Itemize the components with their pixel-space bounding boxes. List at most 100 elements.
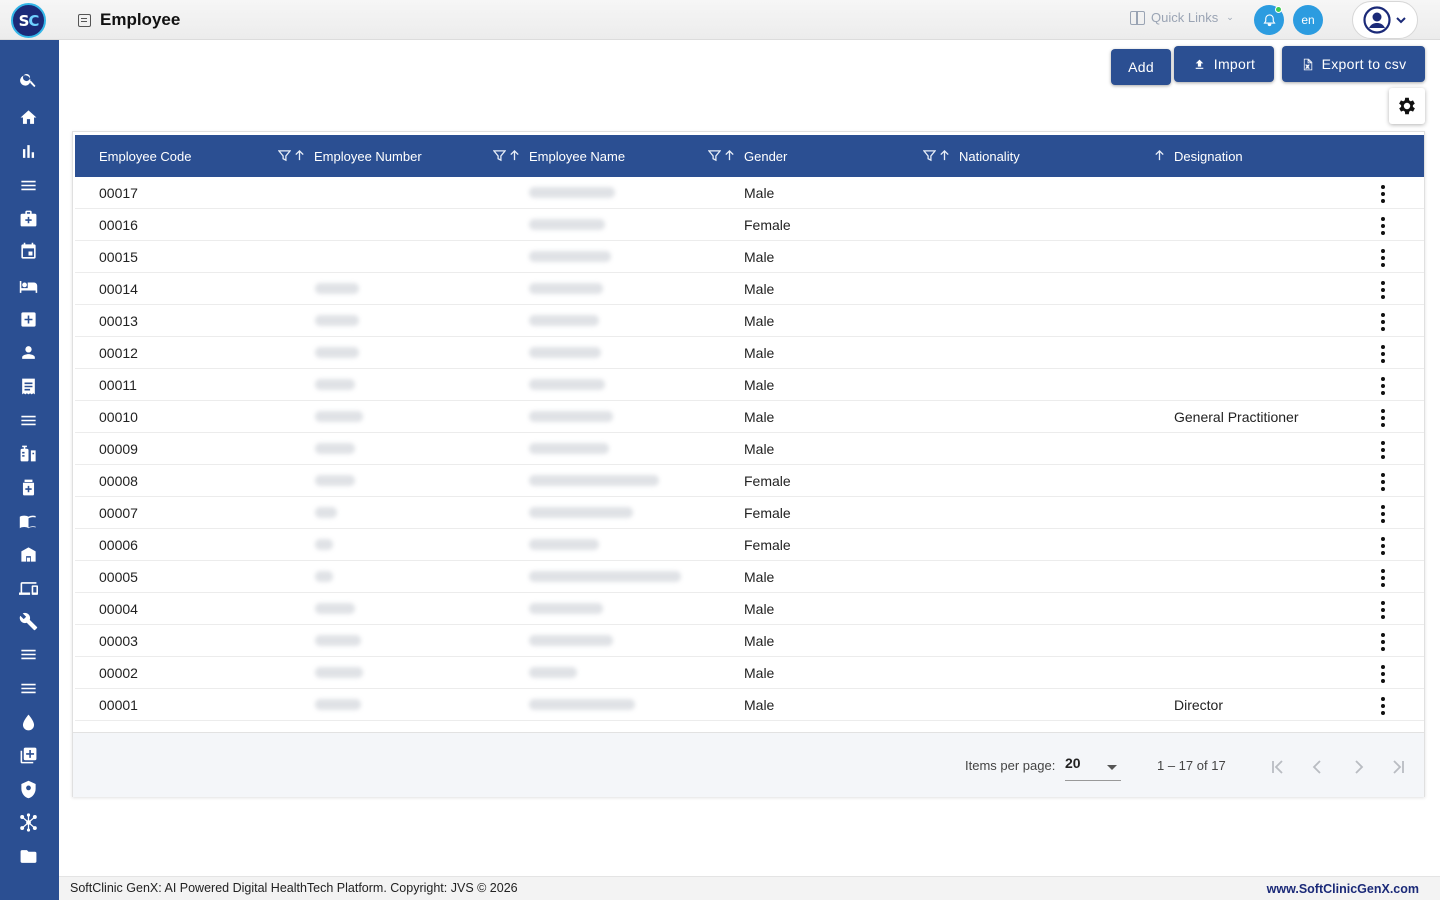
table-row[interactable]: 00005 Male	[75, 561, 1424, 593]
avatar-icon	[1363, 6, 1391, 34]
notifications-button[interactable]	[1254, 5, 1284, 35]
menu-icon[interactable]	[17, 677, 39, 699]
row-actions-kebab-icon[interactable]	[1375, 409, 1391, 427]
wrench-icon[interactable]	[17, 610, 39, 632]
kebab-dot	[1381, 224, 1385, 228]
book-icon[interactable]	[17, 510, 39, 532]
cell-employee-name	[529, 529, 599, 560]
folder-icon[interactable]	[17, 845, 39, 867]
row-actions-kebab-icon[interactable]	[1375, 633, 1391, 651]
chevron-right-icon	[1355, 760, 1364, 774]
table-row[interactable]: 00013 Male	[75, 305, 1424, 337]
cell-gender: Male	[744, 632, 775, 649]
add-medical-icon[interactable]	[17, 308, 39, 330]
row-actions-kebab-icon[interactable]	[1375, 377, 1391, 395]
bed-icon[interactable]	[17, 275, 39, 297]
row-actions-kebab-icon[interactable]	[1375, 505, 1391, 523]
column-header-employee-code[interactable]: Employee Code	[99, 135, 192, 177]
analytics-icon[interactable]	[17, 140, 39, 162]
previous-page-button[interactable]	[1304, 753, 1332, 781]
next-page-button[interactable]	[1344, 753, 1372, 781]
menu-icon[interactable]	[17, 643, 39, 665]
table-row[interactable]: 00016 Female	[75, 209, 1424, 241]
row-actions-kebab-icon[interactable]	[1375, 249, 1391, 267]
quick-links-menu[interactable]: Quick Links ⌄	[1130, 10, 1234, 25]
devices-icon[interactable]	[17, 577, 39, 599]
row-actions-kebab-icon[interactable]	[1375, 217, 1391, 235]
row-actions-kebab-icon[interactable]	[1375, 441, 1391, 459]
last-page-button[interactable]	[1384, 753, 1412, 781]
app-logo[interactable]: SC	[11, 3, 46, 38]
row-actions-kebab-icon[interactable]	[1375, 313, 1391, 331]
vaccine-icon[interactable]	[17, 442, 39, 464]
cell-employee-name	[529, 497, 633, 528]
table-row[interactable]: 00017 Male	[75, 177, 1424, 209]
table-row[interactable]: 00009 Male	[75, 433, 1424, 465]
row-actions-kebab-icon[interactable]	[1375, 697, 1391, 715]
footer-website-link[interactable]: www.SoftClinicGenX.com	[1267, 882, 1419, 896]
settings-button[interactable]	[1389, 88, 1425, 124]
add-box-icon[interactable]	[17, 744, 39, 766]
column-controls-nationality[interactable]	[923, 149, 951, 162]
shield-icon[interactable]	[17, 778, 39, 800]
row-actions-kebab-icon[interactable]	[1375, 345, 1391, 363]
table-row[interactable]: 00007 Female	[75, 497, 1424, 529]
menu-icon[interactable]	[17, 409, 39, 431]
table-row[interactable]: 00010 Male General Practitioner	[75, 401, 1424, 433]
column-controls-designation[interactable]	[1153, 149, 1166, 162]
row-actions-kebab-icon[interactable]	[1375, 665, 1391, 683]
row-actions-kebab-icon[interactable]	[1375, 281, 1391, 299]
row-actions-kebab-icon[interactable]	[1375, 185, 1391, 203]
home-icon[interactable]	[17, 106, 39, 128]
kebab-dot	[1381, 608, 1385, 612]
table-row[interactable]: 00012 Male	[75, 337, 1424, 369]
column-header-employee-name[interactable]: Employee Name	[529, 135, 625, 177]
table-row[interactable]: 00003 Male	[75, 625, 1424, 657]
kebab-dot	[1381, 704, 1385, 708]
row-actions-kebab-icon[interactable]	[1375, 473, 1391, 491]
row-actions-kebab-icon[interactable]	[1375, 601, 1391, 619]
column-header-gender[interactable]: Gender	[744, 135, 787, 177]
network-icon[interactable]	[17, 811, 39, 833]
table-row[interactable]: 00004 Male	[75, 593, 1424, 625]
cell-employee-name	[529, 625, 613, 656]
store-icon[interactable]	[17, 543, 39, 565]
table-row[interactable]: 00014 Male	[75, 273, 1424, 305]
cell-designation: Director	[1174, 696, 1224, 713]
column-controls-employee-name[interactable]	[493, 149, 521, 162]
redacted-value	[529, 571, 681, 582]
first-page-button[interactable]	[1264, 753, 1292, 781]
table-row[interactable]: 00002 Male	[75, 657, 1424, 689]
redacted-value	[315, 315, 359, 326]
export-csv-button[interactable]: Export to csv	[1282, 46, 1425, 82]
column-header-nationality[interactable]: Nationality	[959, 135, 1020, 177]
kebab-dot	[1381, 551, 1385, 555]
column-header-designation[interactable]: Designation	[1174, 135, 1243, 177]
table-row[interactable]: 00008 Female	[75, 465, 1424, 497]
items-per-page-select[interactable]: 20	[1065, 755, 1121, 781]
table-row[interactable]: 00011 Male	[75, 369, 1424, 401]
row-actions-kebab-icon[interactable]	[1375, 537, 1391, 555]
column-controls-employee-number[interactable]	[278, 149, 306, 162]
column-header-employee-number[interactable]: Employee Number	[314, 135, 422, 177]
row-actions-kebab-icon[interactable]	[1375, 569, 1391, 587]
redacted-value	[315, 443, 355, 454]
menu-icon[interactable]	[17, 174, 39, 196]
person-icon[interactable]	[17, 341, 39, 363]
table-row[interactable]: 00015 Male	[75, 241, 1424, 273]
medical-bag-icon[interactable]	[17, 207, 39, 229]
language-button[interactable]: en	[1293, 5, 1323, 35]
table-row[interactable]: 00006 Female	[75, 529, 1424, 561]
search-icon[interactable]	[17, 68, 39, 90]
sort-arrow-up-icon	[940, 149, 949, 161]
table-row[interactable]: 00001 Male Director	[75, 689, 1424, 721]
user-menu[interactable]	[1352, 1, 1418, 39]
column-controls-gender[interactable]	[708, 149, 736, 162]
blood-drop-icon[interactable]	[17, 711, 39, 733]
medical-box-icon[interactable]	[17, 476, 39, 498]
import-button[interactable]: Import	[1174, 46, 1274, 82]
add-button[interactable]: Add	[1111, 49, 1171, 85]
kebab-dot	[1381, 199, 1385, 203]
receipt-icon[interactable]	[17, 375, 39, 397]
calendar-icon[interactable]	[17, 240, 39, 262]
